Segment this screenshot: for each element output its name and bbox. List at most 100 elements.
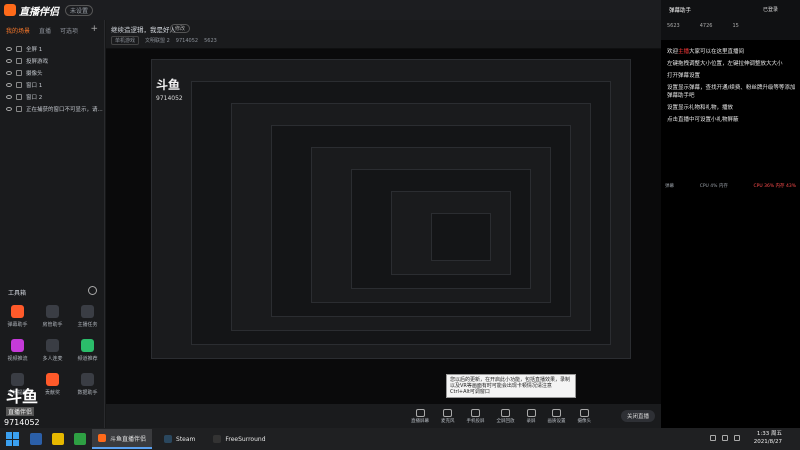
control-label: 摄像头: [577, 418, 592, 424]
chat-message: 打开弹幕设置: [667, 72, 796, 80]
eye-icon[interactable]: [6, 95, 12, 99]
control-button[interactable]: 摄像头: [577, 408, 592, 424]
room-number: 9714052: [175, 37, 199, 44]
control-icon: [501, 408, 510, 417]
category-chip[interactable]: 单机游戏: [111, 36, 140, 45]
tool-item[interactable]: 弹幕助手: [0, 305, 35, 335]
control-label: 直播屏幕: [411, 418, 429, 424]
source-label: 投屏游戏: [26, 59, 49, 65]
douyu-logo-icon: [4, 4, 16, 16]
chat-footer-left: 弹幕: [665, 184, 674, 189]
add-scene-button[interactable]: +: [90, 25, 98, 35]
control-button[interactable]: 全屏回放: [496, 408, 515, 424]
chat-header: 弹幕助手 已登录 5623 4726 15: [661, 0, 800, 40]
eye-icon[interactable]: [6, 107, 12, 111]
control-icon: [579, 408, 589, 417]
tool-icon: [46, 373, 59, 386]
volume-icon[interactable]: [722, 435, 728, 441]
viewer-count: 5623: [204, 37, 217, 44]
system-tray: [710, 435, 740, 441]
list-item[interactable]: 窗口 1: [0, 79, 104, 91]
message-text: 点击直播中可设置小礼物屏蔽: [667, 117, 739, 123]
chat-panel: 弹幕助手 已登录 5623 4726 15 欢迎主播大家可以在这里直播间 左键拖拽…: [661, 0, 800, 428]
window-icon: [16, 94, 22, 100]
control-button[interactable]: 录屏: [526, 408, 536, 424]
app-title: 直播伴侣: [19, 6, 59, 18]
clock-time: 1:33 周五: [756, 431, 782, 437]
tool-item[interactable]: 主播任务: [70, 305, 105, 335]
app-logo: 直播伴侣: [0, 3, 59, 18]
chat-message: 设置显示弹幕，查找开通/续费、粉丝牌升级等等添加弹幕助手吧: [667, 84, 796, 100]
edge-icon[interactable]: [30, 433, 42, 445]
eye-icon[interactable]: [6, 71, 12, 75]
version-badge[interactable]: 未设置: [65, 4, 94, 16]
chat-title: 弹幕助手: [669, 8, 692, 14]
gamepad-icon: [16, 58, 22, 64]
source-label: 全屏 1: [26, 47, 43, 53]
tool-item[interactable]: 视频推流: [0, 339, 35, 369]
app-label: FreeSurround: [225, 435, 266, 443]
left-panel: 我的场景 直播 可选项 + 全屏 1 投屏游戏 摄像头 窗口 1 窗口 2 正在…: [0, 20, 105, 428]
chat-login[interactable]: 已登录: [763, 6, 778, 13]
source-label: 摄像头: [26, 71, 43, 77]
control-button[interactable]: 手机投屏: [467, 408, 485, 424]
control-button[interactable]: 画质设置: [547, 408, 566, 424]
stop-live-button[interactable]: 关闭直播: [620, 410, 655, 422]
taskbar-app[interactable]: FreeSurround: [207, 429, 271, 449]
eye-icon[interactable]: [6, 83, 12, 87]
source-list: 全屏 1 投屏游戏 摄像头 窗口 1 窗口 2 正在捕获的窗口不可显示，请...: [0, 39, 104, 115]
tool-label: 房管助手: [42, 322, 63, 328]
control-icon: [443, 408, 453, 417]
chrome-icon[interactable]: [74, 433, 86, 445]
taskbar-app[interactable]: Steam: [158, 429, 201, 449]
room-id: 9714052: [4, 418, 40, 427]
edit-title-button[interactable]: 修改: [170, 24, 191, 33]
windows-start-icon[interactable]: [6, 432, 20, 446]
tool-icon: [46, 305, 59, 318]
list-item[interactable]: 全屏 1: [0, 43, 104, 55]
app-label: Steam: [176, 435, 196, 443]
tool-label: 多人连麦: [42, 356, 63, 362]
message-prefix: 欢迎: [667, 49, 679, 55]
app-label: 斗鱼直播伴侣: [110, 435, 147, 443]
control-button[interactable]: 麦克风: [441, 408, 455, 424]
sub-category: 文明联盟 2: [145, 38, 170, 44]
chat-footer: 弹幕 CPU 4% 内存 CPU 36% 内存 43%: [665, 183, 796, 189]
tool-item[interactable]: 贡献奖: [35, 373, 70, 403]
stream-header: 继续造逻辑，我是好人 修改 单机游戏 文明联盟 2 9714052 5623: [106, 20, 661, 48]
tab-scenes[interactable]: 我的场景: [6, 26, 30, 35]
list-item[interactable]: 摄像头: [0, 67, 104, 79]
taskbar: 斗鱼直播伴侣 Steam FreeSurround 1:33 周五 2021/8/2…: [0, 428, 800, 450]
tab-options[interactable]: 可选项: [60, 26, 78, 35]
tool-item[interactable]: 数据助手: [70, 373, 105, 403]
control-label: 画质设置: [547, 418, 566, 424]
window-icon: [16, 106, 22, 112]
control-bar: 直播屏幕 麦克风 手机投屏 全屏回放 录屏 画质设置 摄像头: [106, 404, 661, 428]
taskbar-app[interactable]: 斗鱼直播伴侣: [92, 429, 153, 449]
network-icon[interactable]: [710, 435, 716, 441]
list-item[interactable]: 正在捕获的窗口不可显示，请...: [0, 103, 104, 115]
stat-viewers: 5623: [667, 23, 680, 29]
gear-icon[interactable]: [88, 286, 97, 295]
list-item[interactable]: 投屏游戏: [0, 55, 104, 67]
chat-message: 欢迎主播大家可以在这里直播间: [667, 48, 796, 56]
control-button[interactable]: 直播屏幕: [411, 408, 429, 424]
file-explorer-icon[interactable]: [52, 433, 64, 445]
live-preview-canvas[interactable]: 斗鱼 9714052 您以后的更新，在开启此小功能，包括直播效果，录制以及VR等…: [106, 49, 661, 404]
source-label: 窗口 2: [26, 95, 43, 101]
tool-item[interactable]: 多人连麦: [35, 339, 70, 369]
stream-title: 继续造逻辑，我是好人: [111, 26, 176, 34]
clock[interactable]: 1:33 周五 2021/8/27: [754, 430, 782, 446]
message-text: 左键拖拽调整大小位置，左键拉伸调整放大大小: [667, 61, 783, 67]
control-label: 全屏回放: [496, 418, 515, 424]
message-user[interactable]: 主播: [678, 49, 689, 55]
tool-item[interactable]: 房管助手: [35, 305, 70, 335]
chat-messages: 欢迎主播大家可以在这里直播间 左键拖拽调整大小位置，左键拉伸调整放大大小打开弹幕设…: [661, 42, 800, 128]
eye-icon[interactable]: [6, 59, 12, 63]
eye-icon[interactable]: [6, 47, 12, 51]
ime-icon[interactable]: [734, 435, 740, 441]
tool-item[interactable]: 频道推荐: [70, 339, 105, 369]
tab-live[interactable]: 直播: [39, 26, 51, 35]
perf-stats: CPU 36% 内存 43%: [753, 184, 796, 189]
list-item[interactable]: 窗口 2: [0, 91, 104, 103]
